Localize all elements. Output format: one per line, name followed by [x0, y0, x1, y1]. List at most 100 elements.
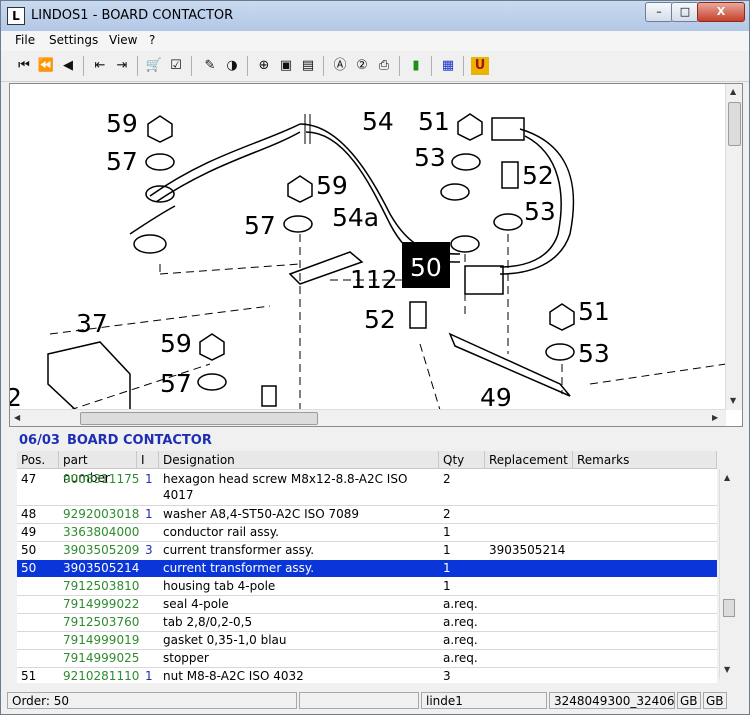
callout-label[interactable]: 57 [106, 147, 138, 176]
callout-label[interactable]: 51 [418, 107, 450, 136]
menu-bar: File Settings View ? [1, 31, 749, 51]
table-row[interactable]: 47 9008311175 1 hexagon head screw M8x12… [17, 471, 717, 505]
callout-label[interactable]: 112 [350, 265, 398, 294]
table-row[interactable]: 49 3363804000 conductor rail assy. 1 [17, 524, 717, 542]
row-part-number: 7914999025 [63, 651, 140, 665]
minimize-button[interactable]: – [645, 2, 673, 22]
q-icon[interactable]: ② [353, 57, 371, 75]
row-index: 3 [145, 543, 153, 557]
callout-label[interactable]: 54 [362, 107, 394, 136]
row-designation: stopper [163, 651, 209, 665]
row-designation: housing tab 4-pole [163, 579, 276, 593]
callout-label[interactable]: 53 [524, 197, 556, 226]
title-bar[interactable]: L LINDOS1 - BOARD CONTACTOR – □ X [1, 1, 749, 32]
u-icon[interactable]: U [471, 57, 489, 75]
page-alt-icon[interactable]: ▤ [299, 57, 317, 75]
doc-forward-icon[interactable]: ⇥ [113, 57, 131, 75]
callout-label[interactable]: 52 [364, 305, 396, 334]
row-qty: 1 [443, 561, 451, 575]
scrollbar-thumb[interactable] [723, 599, 735, 617]
tag-icon[interactable]: ✎ [201, 57, 219, 75]
row-replacement: 3903505214 [489, 543, 566, 557]
menu-help[interactable]: ? [149, 33, 155, 47]
column-header-remarks[interactable]: Remarks [573, 451, 717, 469]
print-icon[interactable]: ⎙ [375, 57, 393, 75]
menu-file[interactable]: File [15, 33, 35, 47]
callout-label[interactable]: 57 [244, 211, 276, 240]
close-button[interactable]: X [697, 2, 745, 22]
app-logo-icon: L [7, 7, 25, 25]
scroll-up-icon[interactable]: ▲ [724, 473, 730, 482]
scrollbar-thumb[interactable] [80, 412, 318, 425]
callout-label[interactable]: 53 [414, 143, 446, 172]
row-pos: 51 [21, 669, 37, 683]
column-header-pos[interactable]: Pos. [17, 451, 59, 469]
callout-label[interactable]: 59 [160, 329, 192, 358]
scrollbar-thumb[interactable] [728, 102, 741, 146]
book-icon[interactable]: ▮ [407, 57, 425, 75]
menu-view[interactable]: View [109, 33, 137, 47]
drawing-horizontal-scrollbar[interactable]: ◀ ▶ [10, 409, 726, 426]
callout-label[interactable]: 59 [316, 171, 348, 200]
toolbar-separator [191, 56, 192, 76]
cart-icon[interactable]: 🛒 [145, 57, 163, 75]
prev-fast-icon[interactable]: ⏪ [37, 57, 55, 75]
first-icon[interactable]: ⏮ [15, 57, 33, 75]
callout-label[interactable]: 59 [106, 109, 138, 138]
column-header-qty[interactable]: Qty [439, 451, 485, 469]
callout-label[interactable]: 52 [522, 161, 554, 190]
toolbar-separator [247, 56, 248, 76]
callout-label[interactable]: 51 [578, 297, 610, 326]
scroll-up-icon[interactable]: ▲ [730, 87, 736, 96]
table-row[interactable]: 7914999025 stopper a.req. [17, 650, 717, 668]
table-row-selected[interactable]: 50 3903505214 current transformer assy. … [17, 560, 717, 577]
table-row[interactable]: 7914999022 seal 4-pole a.req. [17, 596, 717, 614]
row-qty: 1 [443, 579, 451, 593]
column-header-replacement[interactable]: Replacement [485, 451, 573, 469]
prev-icon[interactable]: ◀ [59, 57, 77, 75]
parts-table: Pos. part number I Designation Qty Repla… [17, 451, 717, 683]
exploded-view-drawing[interactable]: 59 57 54 51 53 52 59 57 54a 53 112 50 52… [9, 83, 743, 427]
callout-label[interactable]: 2 [10, 383, 22, 410]
grid-icon[interactable]: ▦ [439, 57, 457, 75]
row-designation: tab 2,8/0,2-0,5 [163, 615, 253, 629]
status-empty [299, 692, 419, 709]
row-part-number: 9292003018 [63, 507, 140, 521]
menu-settings[interactable]: Settings [49, 33, 98, 47]
parts-table-scrollbar[interactable]: ▲ ▼ [719, 469, 737, 679]
column-header-part-number[interactable]: part number [59, 451, 137, 485]
table-row[interactable]: 7914999019 gasket 0,35-1,0 blau a.req. [17, 632, 717, 650]
row-qty: 1 [443, 543, 451, 557]
selected-callout-label[interactable]: 50 [410, 253, 442, 282]
table-row[interactable]: 48 9292003018 1 washer A8,4-ST50-A2C ISO… [17, 506, 717, 524]
table-row[interactable]: 51 9210281110 1 nut M8-8-A2C ISO 4032 3 [17, 668, 717, 683]
status-code: 3248049300_3240609 [549, 692, 675, 709]
callout-label[interactable]: 37 [76, 309, 108, 338]
maximize-button[interactable]: □ [671, 2, 699, 22]
scroll-down-icon[interactable]: ▼ [730, 396, 736, 405]
zoom-icon[interactable]: ⊕ [255, 57, 273, 75]
column-header-i[interactable]: I [137, 451, 159, 469]
table-row[interactable]: 7912503810 housing tab 4-pole 1 [17, 578, 717, 596]
status-language: GB [703, 692, 727, 709]
doc-back-icon[interactable]: ⇤ [91, 57, 109, 75]
column-header-designation[interactable]: Designation [159, 451, 439, 469]
section-title: BOARD CONTACTOR [67, 433, 212, 448]
table-row[interactable]: 7912503760 tab 2,8/0,2-0,5 a.req. [17, 614, 717, 632]
page-icon[interactable]: ▣ [277, 57, 295, 75]
a-icon[interactable]: Ⓐ [331, 57, 349, 75]
checklist-icon[interactable]: ☑ [167, 57, 185, 75]
scroll-down-icon[interactable]: ▼ [724, 665, 730, 674]
callout-label[interactable]: 53 [578, 339, 610, 368]
scroll-right-icon[interactable]: ▶ [712, 413, 718, 422]
row-pos: 48 [21, 507, 37, 521]
toolbar-separator [463, 56, 464, 76]
callout-label[interactable]: 54a [332, 203, 379, 232]
row-designation: current transformer assy. [163, 561, 315, 575]
table-row[interactable]: 50 3903505209 3 current transformer assy… [17, 542, 717, 560]
callout-label[interactable]: 49 [480, 383, 512, 410]
callout-label[interactable]: 57 [160, 369, 192, 398]
globe-icon[interactable]: ◑ [223, 57, 241, 75]
drawing-vertical-scrollbar[interactable]: ▲ ▼ [725, 84, 742, 410]
scroll-left-icon[interactable]: ◀ [14, 413, 20, 422]
